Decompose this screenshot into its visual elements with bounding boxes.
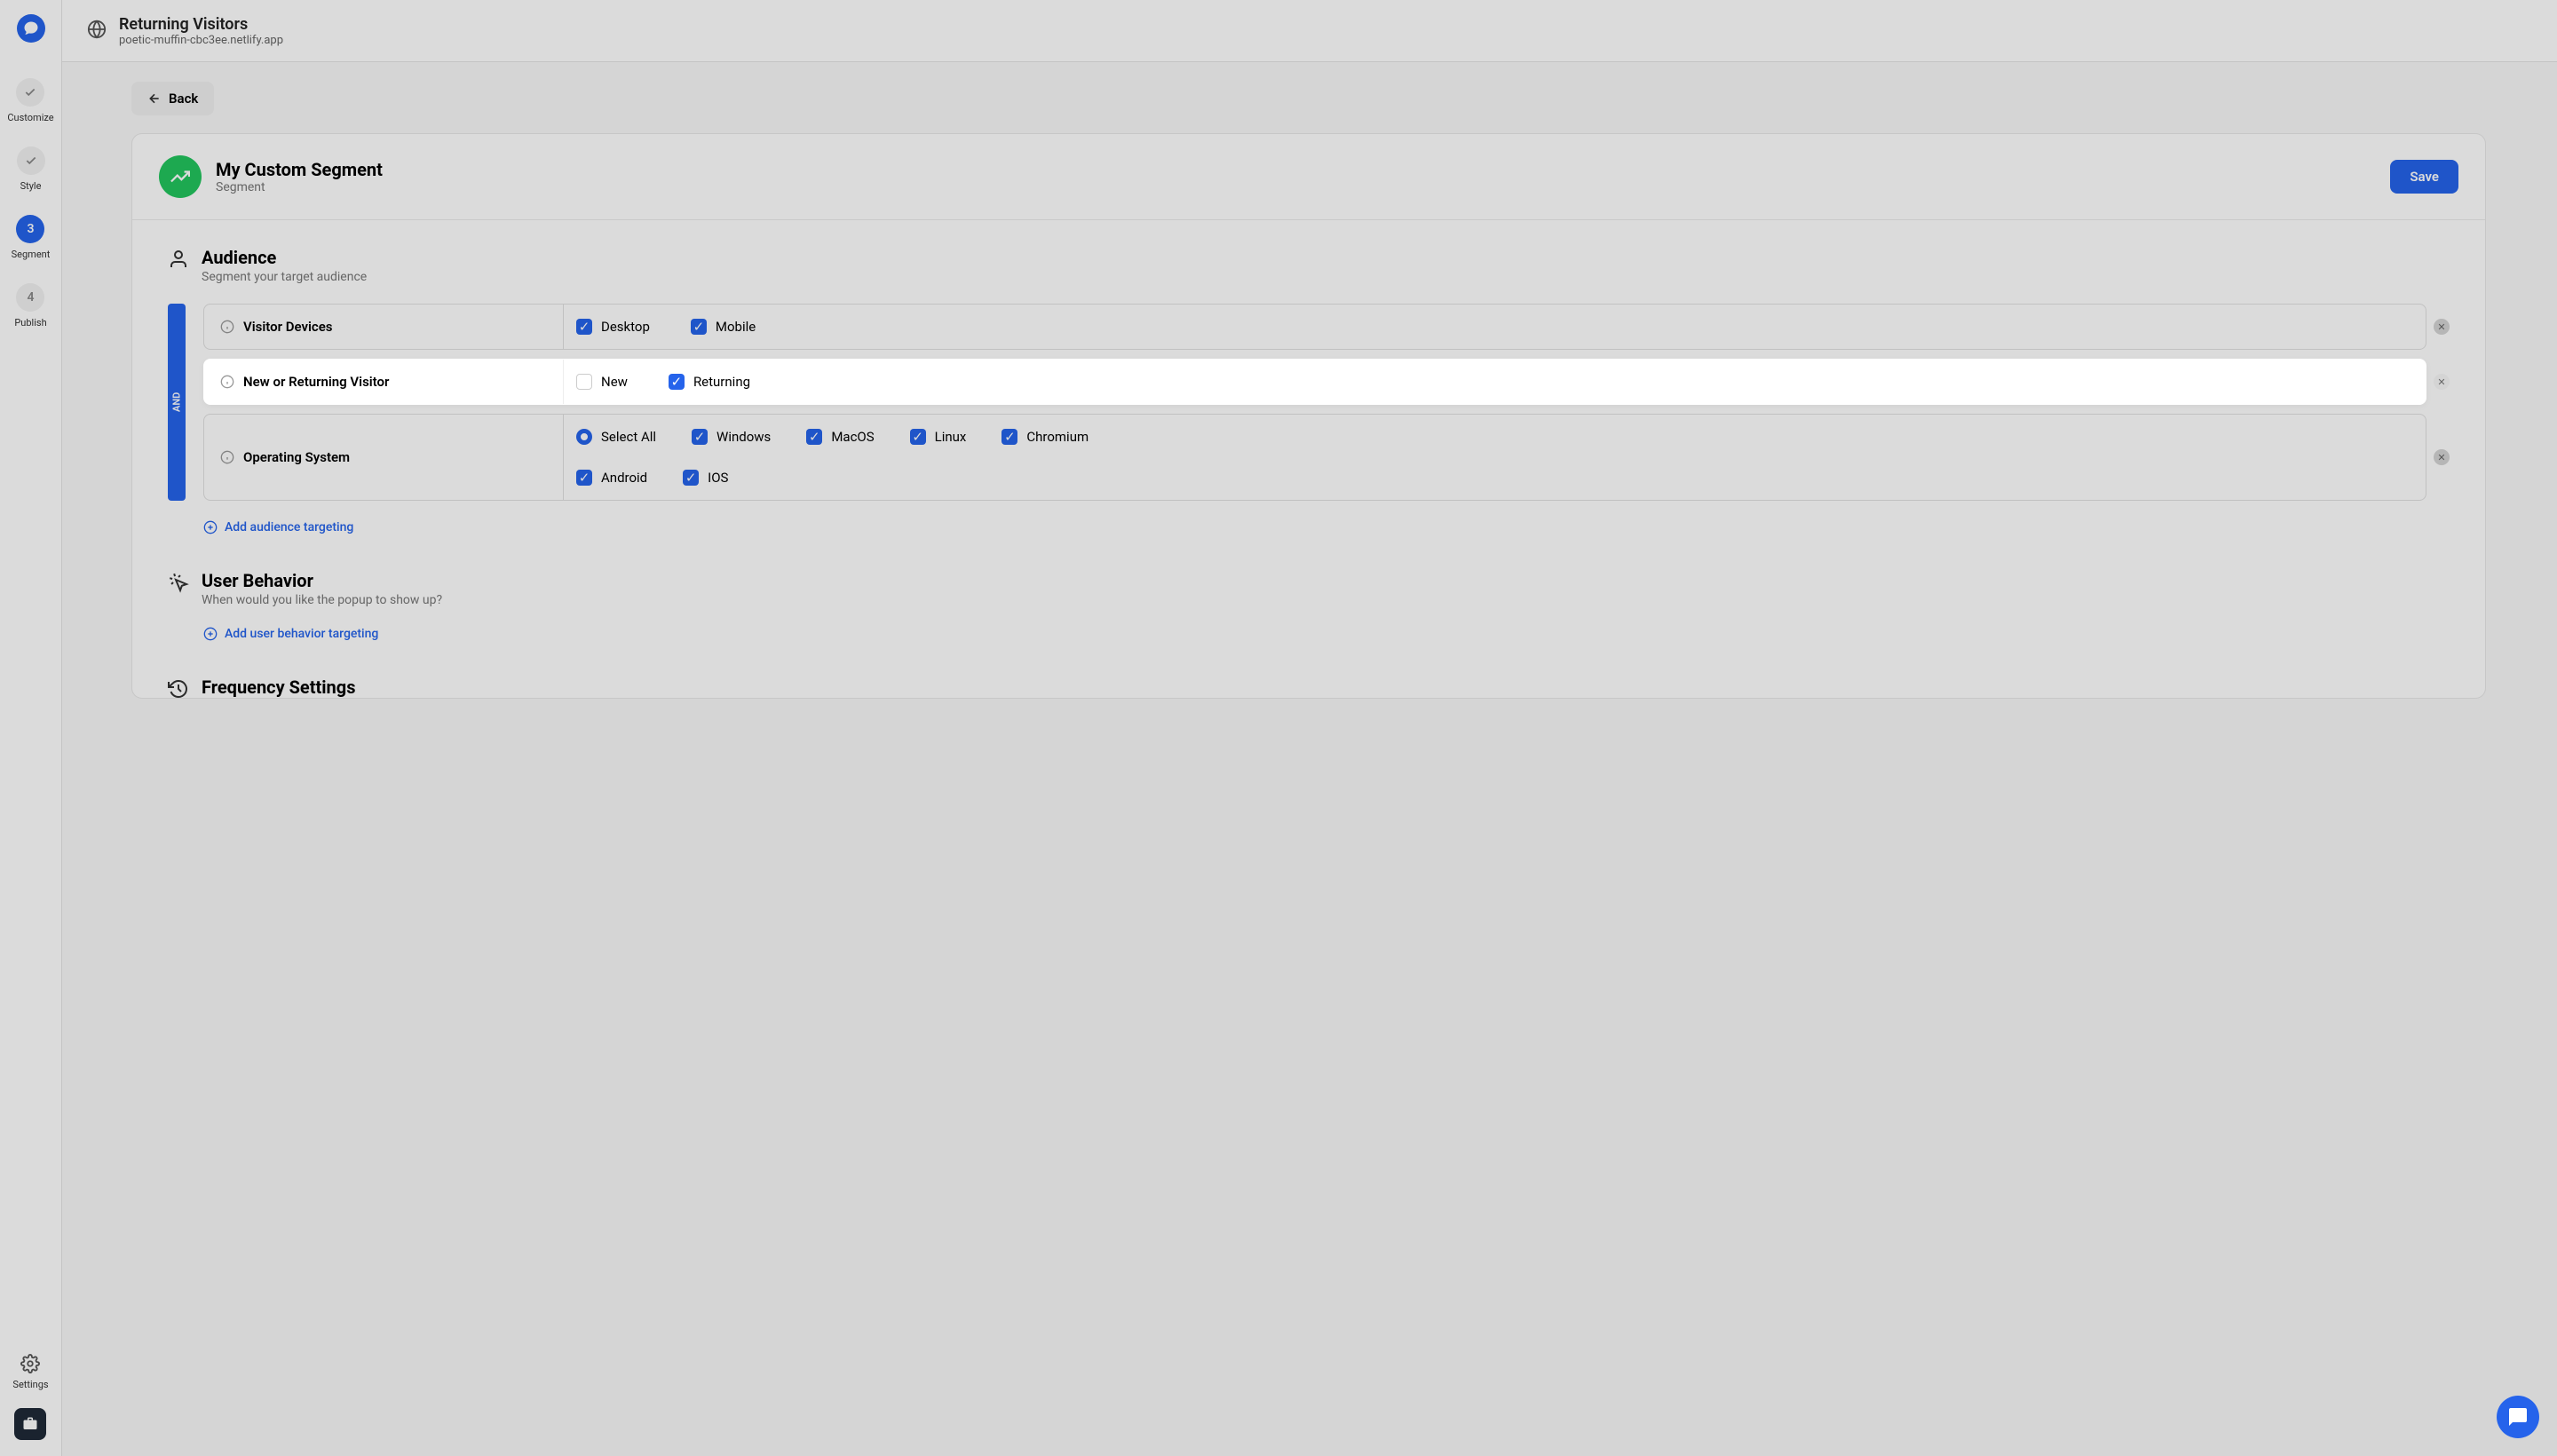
checkbox-new[interactable]: New (576, 374, 628, 390)
check-icon (25, 154, 37, 167)
add-behavior-targeting-button[interactable]: Add user behavior targeting (168, 627, 2450, 641)
checkbox-linux[interactable]: ✓Linux (910, 429, 967, 445)
info-icon[interactable] (220, 320, 234, 334)
settings-button[interactable]: Settings (12, 1354, 48, 1390)
behavior-title: User Behavior (202, 570, 442, 591)
audience-title: Audience (202, 247, 367, 268)
app-logo[interactable] (17, 14, 45, 43)
save-button[interactable]: Save (2390, 160, 2458, 194)
check-icon (24, 86, 36, 99)
checkbox-chromium[interactable]: ✓Chromium (1001, 429, 1089, 445)
nav-step-segment[interactable]: 3 Segment (12, 215, 51, 260)
topbar: Returning Visitors poetic-muffin-cbc3ee.… (62, 0, 2557, 62)
and-connector: AND (168, 304, 186, 501)
page-title: Returning Visitors (119, 15, 283, 34)
sidebar: Customize Style 3 Segment 4 Publish Sett… (0, 0, 62, 1456)
checkbox-macos[interactable]: ✓MacOS (806, 429, 874, 445)
back-button[interactable]: Back (131, 82, 214, 115)
page-subtitle: poetic-muffin-cbc3ee.netlify.app (119, 34, 283, 47)
checkbox-windows[interactable]: ✓Windows (692, 429, 771, 445)
frequency-title: Frequency Settings (202, 677, 355, 698)
history-icon (168, 677, 189, 698)
remove-rule-button[interactable]: ✕ (2434, 449, 2450, 465)
audience-subtitle: Segment your target audience (202, 270, 367, 284)
person-icon (168, 247, 189, 268)
globe-icon (87, 20, 107, 43)
nav-step-customize[interactable]: Customize (7, 78, 53, 123)
checkbox-ios[interactable]: ✓IOS (683, 470, 728, 486)
briefcase-button[interactable] (14, 1408, 46, 1440)
briefcase-icon (22, 1416, 38, 1432)
segment-title: My Custom Segment (216, 159, 383, 180)
rule-visitor-devices: Visitor Devices ✓Desktop ✓Mobile ✕ (203, 304, 2450, 350)
intercom-icon (2507, 1406, 2529, 1428)
nav-step-publish[interactable]: 4 Publish (14, 283, 46, 328)
checkbox-mobile[interactable]: ✓Mobile (691, 319, 756, 335)
info-icon[interactable] (220, 450, 234, 464)
trend-up-icon (159, 155, 202, 198)
chat-fab-button[interactable] (2497, 1396, 2539, 1438)
remove-rule-button[interactable]: ✕ (2434, 319, 2450, 335)
rule-operating-system: Operating System Select All ✓Windows ✓Ma… (203, 414, 2450, 501)
arrow-left-icon (147, 91, 162, 106)
segment-subtitle: Segment (216, 180, 383, 194)
checkbox-android[interactable]: ✓Android (576, 470, 647, 486)
info-icon[interactable] (220, 375, 234, 389)
gear-icon (20, 1354, 40, 1373)
nav-step-style[interactable]: Style (17, 146, 45, 192)
cursor-click-icon (168, 570, 189, 591)
checkbox-desktop[interactable]: ✓Desktop (576, 319, 650, 335)
rule-new-returning: New or Returning Visitor New ✓Returning … (203, 359, 2450, 405)
behavior-subtitle: When would you like the popup to show up… (202, 593, 442, 607)
plus-circle-icon (203, 520, 218, 534)
radio-select-all[interactable]: Select All (576, 429, 656, 445)
plus-circle-icon (203, 627, 218, 641)
checkbox-returning[interactable]: ✓Returning (669, 374, 750, 390)
remove-rule-button[interactable]: ✕ (2434, 374, 2450, 390)
add-audience-targeting-button[interactable]: Add audience targeting (168, 520, 2450, 534)
chat-bubble-icon (23, 20, 39, 36)
